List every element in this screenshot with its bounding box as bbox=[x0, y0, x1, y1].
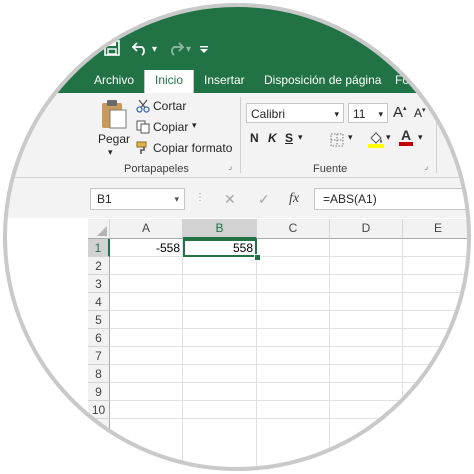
excel-window: ▾ ▾ Archivo Inicio Insertar Disposición … bbox=[0, 0, 474, 474]
circle-frame bbox=[3, 3, 471, 471]
